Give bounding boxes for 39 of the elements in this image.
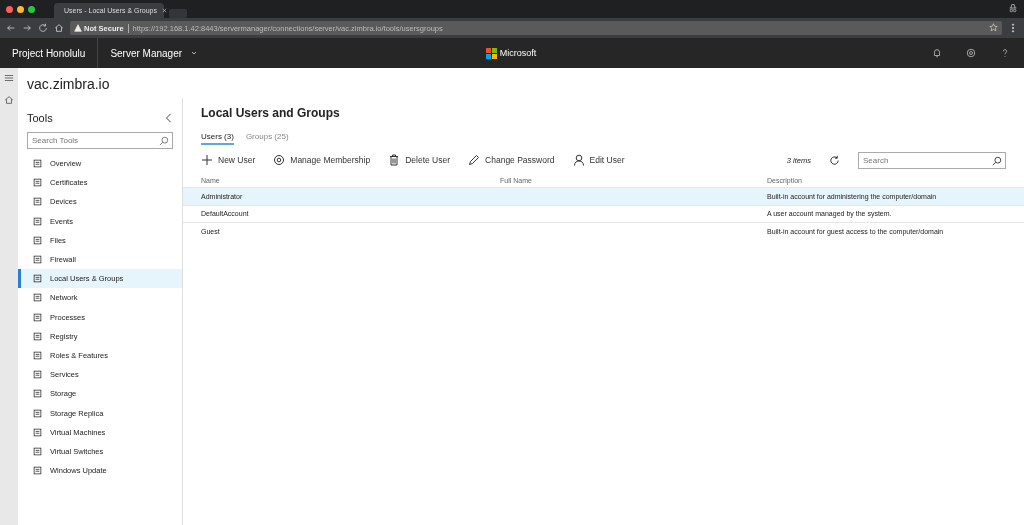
menu-icon <box>4 73 14 83</box>
zoom-dot[interactable] <box>28 5 35 13</box>
server-name: vac.zimbra.io <box>26 75 111 94</box>
brand-name: Microsoft <box>499 48 537 58</box>
page-title: Local Users and Groups <box>201 106 341 120</box>
search-icon <box>992 155 1002 166</box>
collapse-icon <box>164 113 174 123</box>
back-icon <box>6 23 16 33</box>
tab[interactable]: Groups (25) <box>245 132 289 145</box>
plus-icon <box>201 154 213 166</box>
toolbar-button[interactable]: Delete User <box>388 154 451 166</box>
warning-icon <box>74 24 82 32</box>
search-icon <box>159 136 169 146</box>
search-field[interactable]: Search <box>858 151 1006 169</box>
reload-icon <box>38 23 48 33</box>
trash-icon <box>388 154 401 166</box>
tools-title: Tools <box>27 112 53 124</box>
chevron-down-icon <box>190 49 199 57</box>
home-icon <box>54 23 64 33</box>
star-icon <box>989 22 998 32</box>
close-icon <box>161 6 168 14</box>
minimize-dot[interactable] <box>17 5 24 13</box>
toolbar-button[interactable]: Change Password <box>468 154 555 166</box>
pencil-icon <box>468 154 481 166</box>
close-dot[interactable] <box>6 5 13 13</box>
tab[interactable]: Users (3) <box>201 132 234 145</box>
person-icon <box>572 154 585 166</box>
search-tools-field[interactable]: Search Tools <box>27 132 173 149</box>
toolbar-button[interactable]: New User <box>201 154 256 166</box>
incognito-icon <box>1008 3 1018 13</box>
toolbar-button[interactable]: Manage Membership <box>273 154 371 166</box>
forward-icon <box>22 23 32 33</box>
refresh-icon <box>829 154 840 166</box>
microsoft-logo <box>485 47 497 59</box>
help-icon <box>1000 48 1010 58</box>
toolbar-button[interactable]: Edit User <box>572 154 625 166</box>
home-icon <box>4 95 14 105</box>
bell-icon <box>932 48 942 58</box>
server-manager-menu[interactable]: Server Manager <box>98 47 211 59</box>
